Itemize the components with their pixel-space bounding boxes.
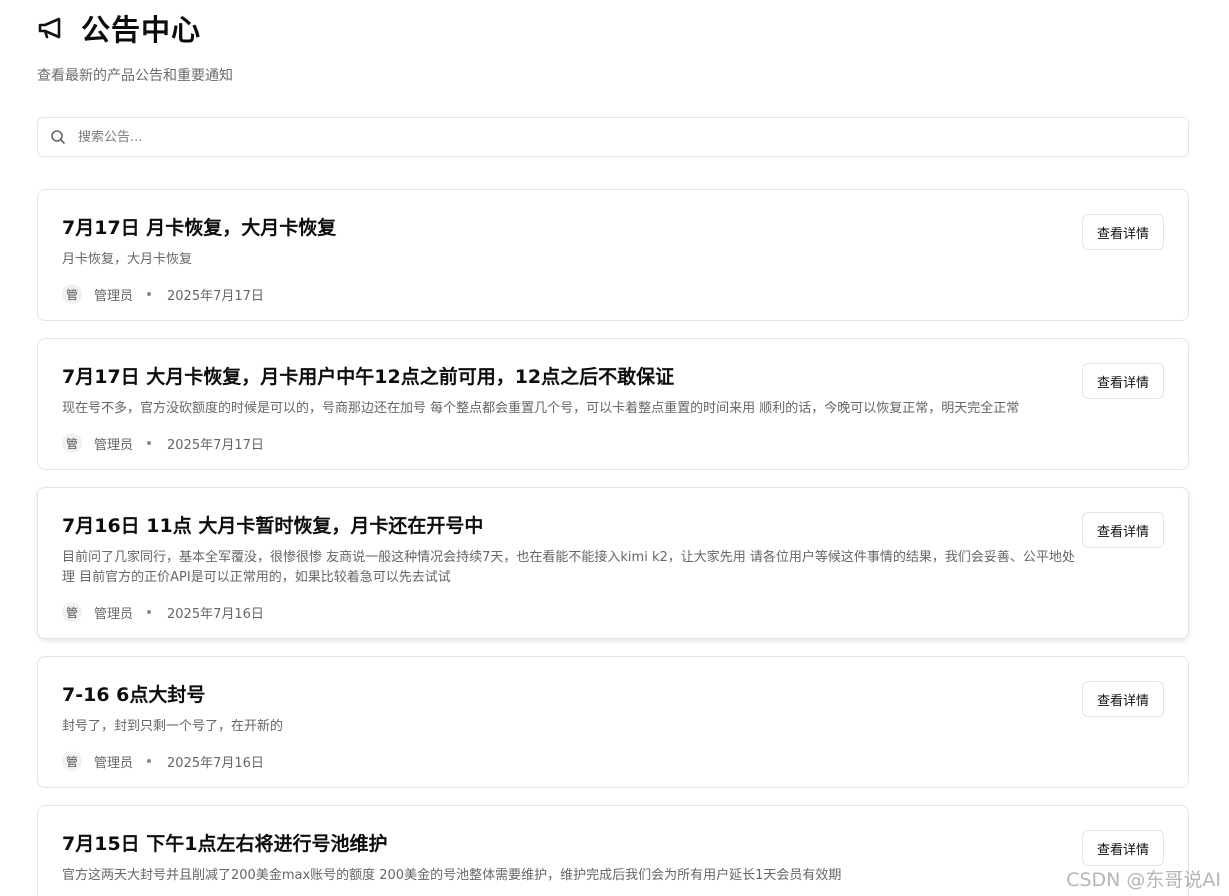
page-title: 公告中心 — [81, 13, 202, 47]
announcement-meta: 管 管理员 2025年7月16日 — [62, 751, 1078, 771]
publish-date: 2025年7月16日 — [167, 606, 264, 622]
announcement-summary: 封号了，封到只剩一个号了，在开新的 — [62, 719, 284, 734]
view-details-button[interactable]: 查看详情 — [1082, 681, 1164, 717]
author-name: 管理员 — [94, 288, 134, 304]
view-details-button[interactable]: 查看详情 — [1082, 214, 1164, 250]
separator-dot — [147, 441, 152, 445]
publish-date: 2025年7月17日 — [167, 437, 264, 453]
announcement-title[interactable]: 7-16 6点大封号 — [62, 681, 1078, 709]
separator-dot — [147, 292, 152, 296]
avatar: 管 — [62, 433, 82, 453]
view-details-button[interactable]: 查看详情 — [1082, 830, 1164, 866]
avatar: 管 — [62, 751, 82, 771]
announcement-summary: 现在号不多，官方没砍额度的时候是可以的，号商那边还在加号 每个整点都会重置几个号… — [62, 401, 1020, 416]
announcement-summary: 官方这两天大封号并且削减了200美金max账号的额度 200美金的号池整体需要维… — [62, 868, 842, 883]
announcement-card[interactable]: 7月17日 月卡恢复，大月卡恢复 月卡恢复，大月卡恢复 管 管理员 2025年7… — [37, 189, 1189, 321]
announcement-list: 7月17日 月卡恢复，大月卡恢复 月卡恢复，大月卡恢复 管 管理员 2025年7… — [37, 189, 1189, 896]
announcement-title[interactable]: 7月17日 月卡恢复，大月卡恢复 — [62, 214, 1078, 242]
author-name: 管理员 — [94, 755, 134, 771]
title-row: 公告中心 — [37, 8, 1189, 48]
announcement-meta: 管 管理员 2025年7月17日 — [62, 433, 1078, 453]
announcement-meta: 管 管理员 2025年7月16日 — [62, 602, 1078, 622]
announcement-card[interactable]: 7月15日 下午1点左右将进行号池维护 官方这两天大封号并且削减了200美金ma… — [37, 805, 1189, 896]
avatar: 管 — [62, 602, 82, 622]
search-icon — [50, 129, 66, 145]
announcement-title[interactable]: 7月15日 下午1点左右将进行号池维护 — [62, 830, 1078, 858]
megaphone-icon — [37, 16, 67, 40]
announcement-title[interactable]: 7月16日 11点 大月卡暂时恢复，月卡还在开号中 — [62, 512, 1078, 540]
page-subtitle: 查看最新的产品公告和重要通知 — [37, 68, 233, 84]
separator-dot — [147, 610, 152, 614]
announcement-summary: 目前问了几家同行，基本全军覆没，很惨很惨 友商说一般这种情况会持续7天，也在看能… — [62, 550, 1075, 585]
announcement-meta: 管 管理员 2025年7月17日 — [62, 284, 1078, 304]
search-input[interactable] — [78, 129, 1078, 145]
search-box[interactable] — [37, 117, 1189, 157]
announcement-card[interactable]: 7月17日 大月卡恢复，月卡用户中午12点之前可用，12点之后不敢保证 现在号不… — [37, 338, 1189, 470]
announcement-title[interactable]: 7月17日 大月卡恢复，月卡用户中午12点之前可用，12点之后不敢保证 — [62, 363, 1078, 391]
announcement-summary: 月卡恢复，大月卡恢复 — [62, 252, 193, 267]
announcement-card[interactable]: 7-16 6点大封号 封号了，封到只剩一个号了，在开新的 管 管理员 2025年… — [37, 656, 1189, 788]
author-name: 管理员 — [94, 437, 134, 453]
publish-date: 2025年7月17日 — [167, 288, 264, 304]
avatar: 管 — [62, 284, 82, 304]
separator-dot — [147, 759, 152, 763]
page-header: 公告中心 查看最新的产品公告和重要通知 — [37, 8, 1189, 84]
announcement-card[interactable]: 7月16日 11点 大月卡暂时恢复，月卡还在开号中 目前问了几家同行，基本全军覆… — [37, 487, 1189, 639]
author-name: 管理员 — [94, 606, 134, 622]
watermark: CSDN @东哥说AI — [1066, 869, 1221, 891]
publish-date: 2025年7月16日 — [167, 755, 264, 771]
view-details-button[interactable]: 查看详情 — [1082, 512, 1164, 548]
view-details-button[interactable]: 查看详情 — [1082, 363, 1164, 399]
